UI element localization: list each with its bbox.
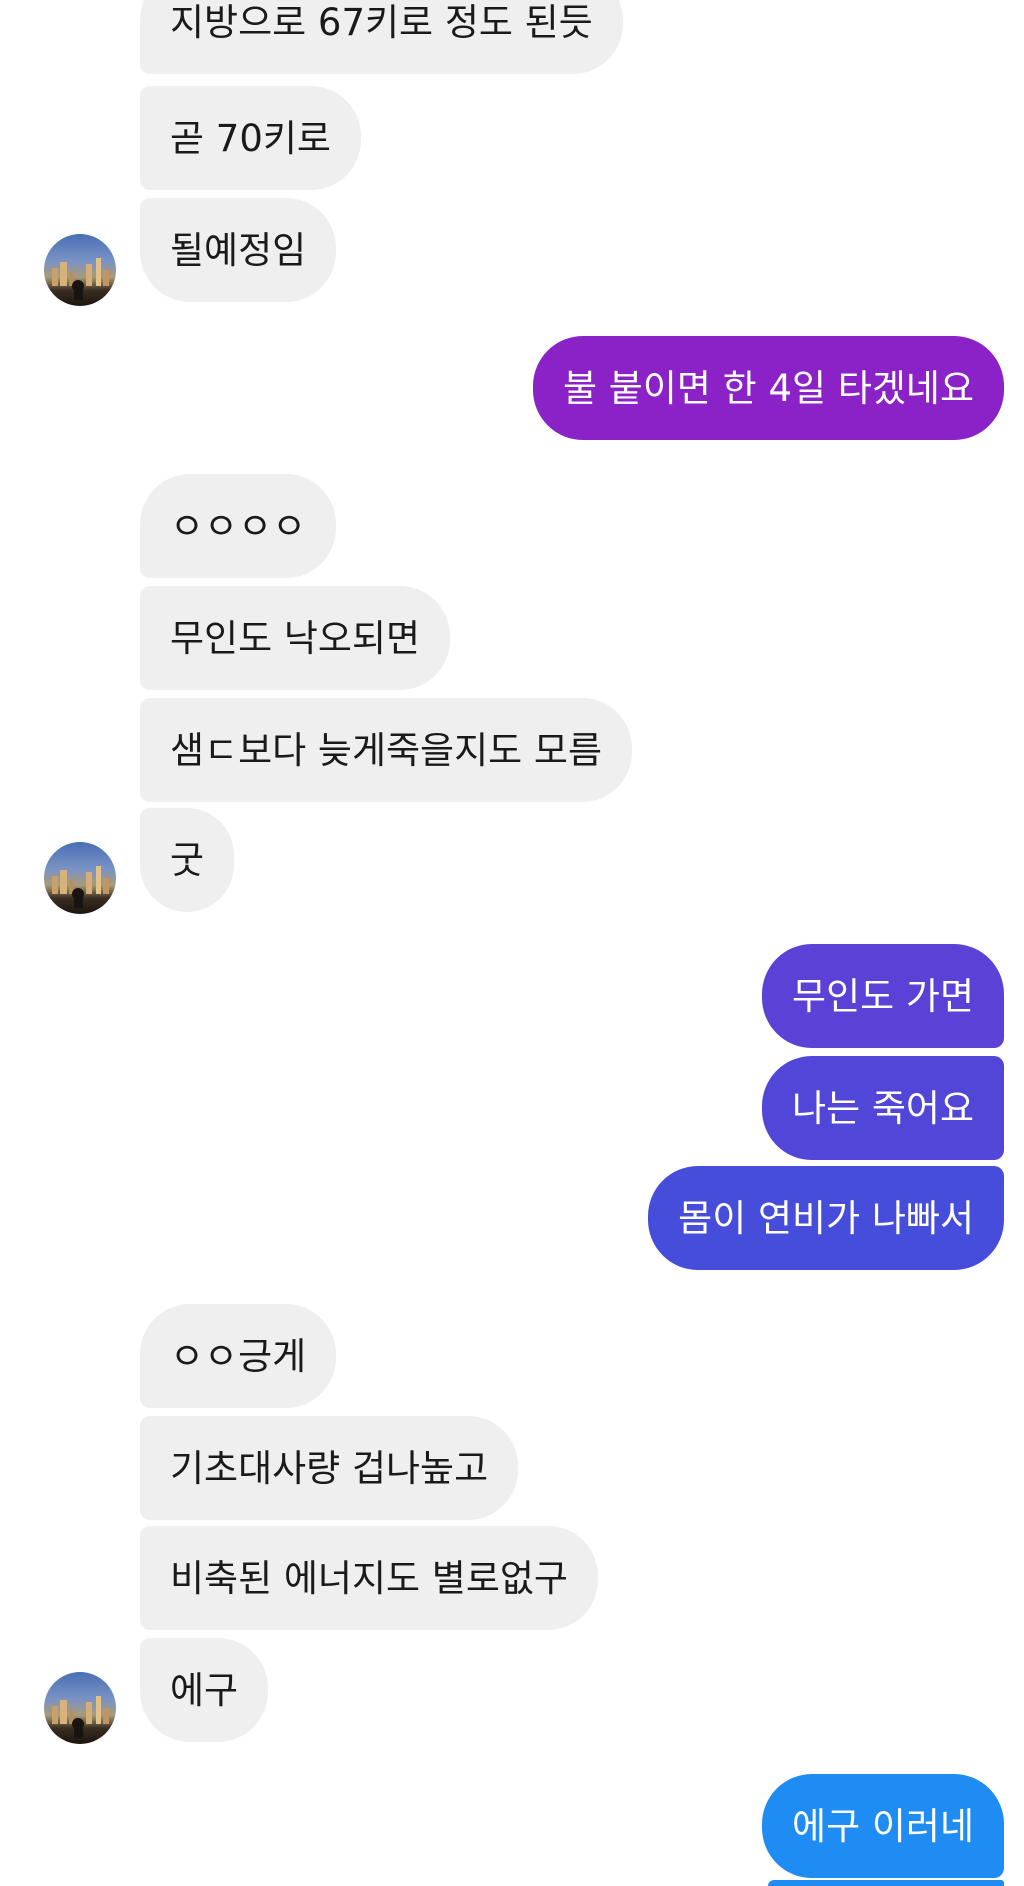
received-message[interactable]: 비축된 에너지도 별로없구: [140, 1526, 598, 1630]
received-message[interactable]: 굿: [140, 808, 235, 912]
sent-message[interactable]: 에구 이러네: [762, 1774, 1004, 1878]
received-message[interactable]: 될예정임: [140, 198, 337, 302]
message-text: 굿: [170, 838, 205, 882]
city-skyline-avatar-icon[interactable]: [44, 234, 116, 306]
message-text: ㅇㅇ긍게: [170, 1334, 307, 1378]
chat-thread: 지방으로 67키로 정도 된듯 곧 70키로 될예정임 불 붙이면 한 4일 타…: [0, 0, 1024, 1886]
received-message[interactable]: 무인도 낙오되면: [140, 586, 451, 690]
message-text: 지방으로 67키로 정도 된듯: [170, 0, 593, 44]
message-text: 샘ㄷ보다 늦게죽을지도 모름: [170, 728, 603, 772]
sent-message[interactable]: 불 붙이면 한 4일 타겠네요: [533, 336, 1004, 440]
sent-message-partial: [768, 1880, 1004, 1886]
message-text: 무인도 가면: [792, 974, 974, 1018]
city-skyline-avatar-icon[interactable]: [44, 1672, 116, 1744]
message-text: 곧 70키로: [170, 116, 331, 160]
city-skyline-avatar-icon[interactable]: [44, 842, 116, 914]
sent-message[interactable]: 무인도 가면: [762, 944, 1004, 1048]
message-text: 나는 죽어요: [792, 1086, 974, 1130]
sent-message[interactable]: 나는 죽어요: [762, 1056, 1004, 1160]
received-message[interactable]: 기초대사량 겁나높고: [140, 1416, 519, 1520]
message-text: 불 붙이면 한 4일 타겠네요: [563, 366, 974, 410]
received-message[interactable]: 곧 70키로: [140, 86, 361, 190]
message-text: 에구 이러네: [792, 1804, 974, 1848]
message-text: 비축된 에너지도 별로없구: [170, 1556, 568, 1600]
message-text: ㅇㅇㅇㅇ: [170, 504, 307, 548]
message-text: 몸이 연비가 나빠서: [678, 1196, 974, 1240]
received-message[interactable]: 샘ㄷ보다 늦게죽을지도 모름: [140, 698, 633, 802]
message-text: 될예정임: [170, 228, 307, 272]
received-message[interactable]: 지방으로 67키로 정도 된듯: [140, 0, 623, 74]
received-message[interactable]: ㅇㅇㅇㅇ: [140, 474, 337, 578]
received-message[interactable]: 에구: [140, 1638, 269, 1742]
sent-message[interactable]: 몸이 연비가 나빠서: [648, 1166, 1004, 1270]
message-text: 기초대사량 겁나높고: [170, 1446, 489, 1490]
received-message[interactable]: ㅇㅇ긍게: [140, 1304, 337, 1408]
message-text: 에구: [170, 1668, 239, 1712]
message-text: 무인도 낙오되면: [170, 616, 421, 660]
